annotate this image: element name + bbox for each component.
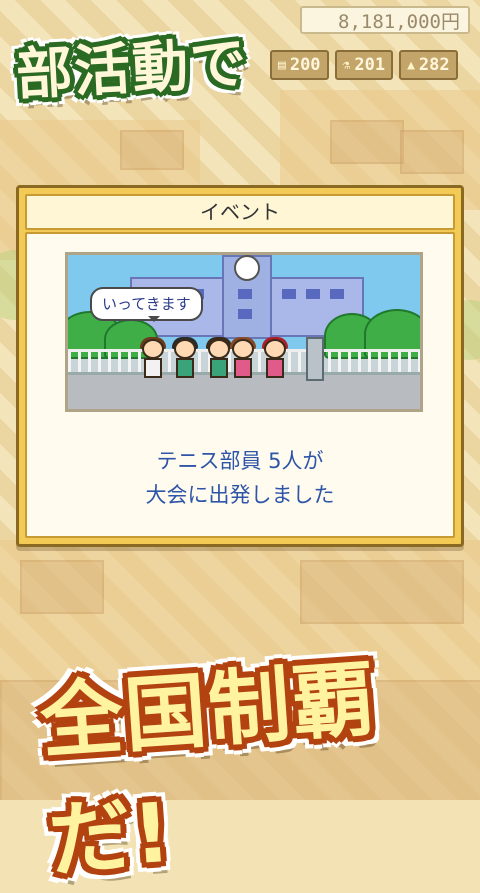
stat-art: ⚗ 201 [334, 50, 394, 80]
event-message: テニス部員 5人が 大会に出発しました [27, 444, 453, 512]
dialog-body: いってきます テニス部員 5人が 大会に出発しました [25, 232, 455, 538]
event-message-line2: 大会に出発しました [145, 483, 335, 507]
student-sprite [140, 337, 166, 381]
stat-study: ▤ 200 [270, 50, 329, 80]
promo-title-bottom: 全国制覇だ! [37, 652, 380, 889]
promo-title-top: 部活動で [14, 30, 250, 109]
dialog-title: イベント [25, 194, 455, 230]
event-dialog[interactable]: イベント いってきます テニス部員 5人が 大会に出発しました [16, 185, 464, 547]
gate-post [306, 337, 324, 381]
student-sprite [262, 337, 288, 381]
event-scene-image: いってきます [65, 252, 423, 412]
stat-sport-value: 282 [418, 55, 450, 75]
stat-sport: ▲ 282 [399, 50, 458, 80]
event-message-line1: テニス部員 5人が [156, 449, 324, 473]
student-sprite [172, 337, 198, 381]
flask-icon: ⚗ [342, 57, 351, 73]
stat-study-value: 200 [289, 55, 321, 75]
speech-bubble: いってきます [90, 287, 203, 322]
stats-bar: ▤ 200 ⚗ 201 ▲ 282 [270, 50, 458, 80]
student-sprite [230, 337, 256, 381]
stat-art-value: 201 [354, 55, 386, 75]
clock-icon [234, 255, 260, 281]
book-icon: ▤ [278, 57, 286, 73]
money-display: 8,181,000円 [300, 6, 470, 34]
student-sprite [206, 337, 232, 381]
dumbbell-icon: ▲ [407, 57, 415, 73]
